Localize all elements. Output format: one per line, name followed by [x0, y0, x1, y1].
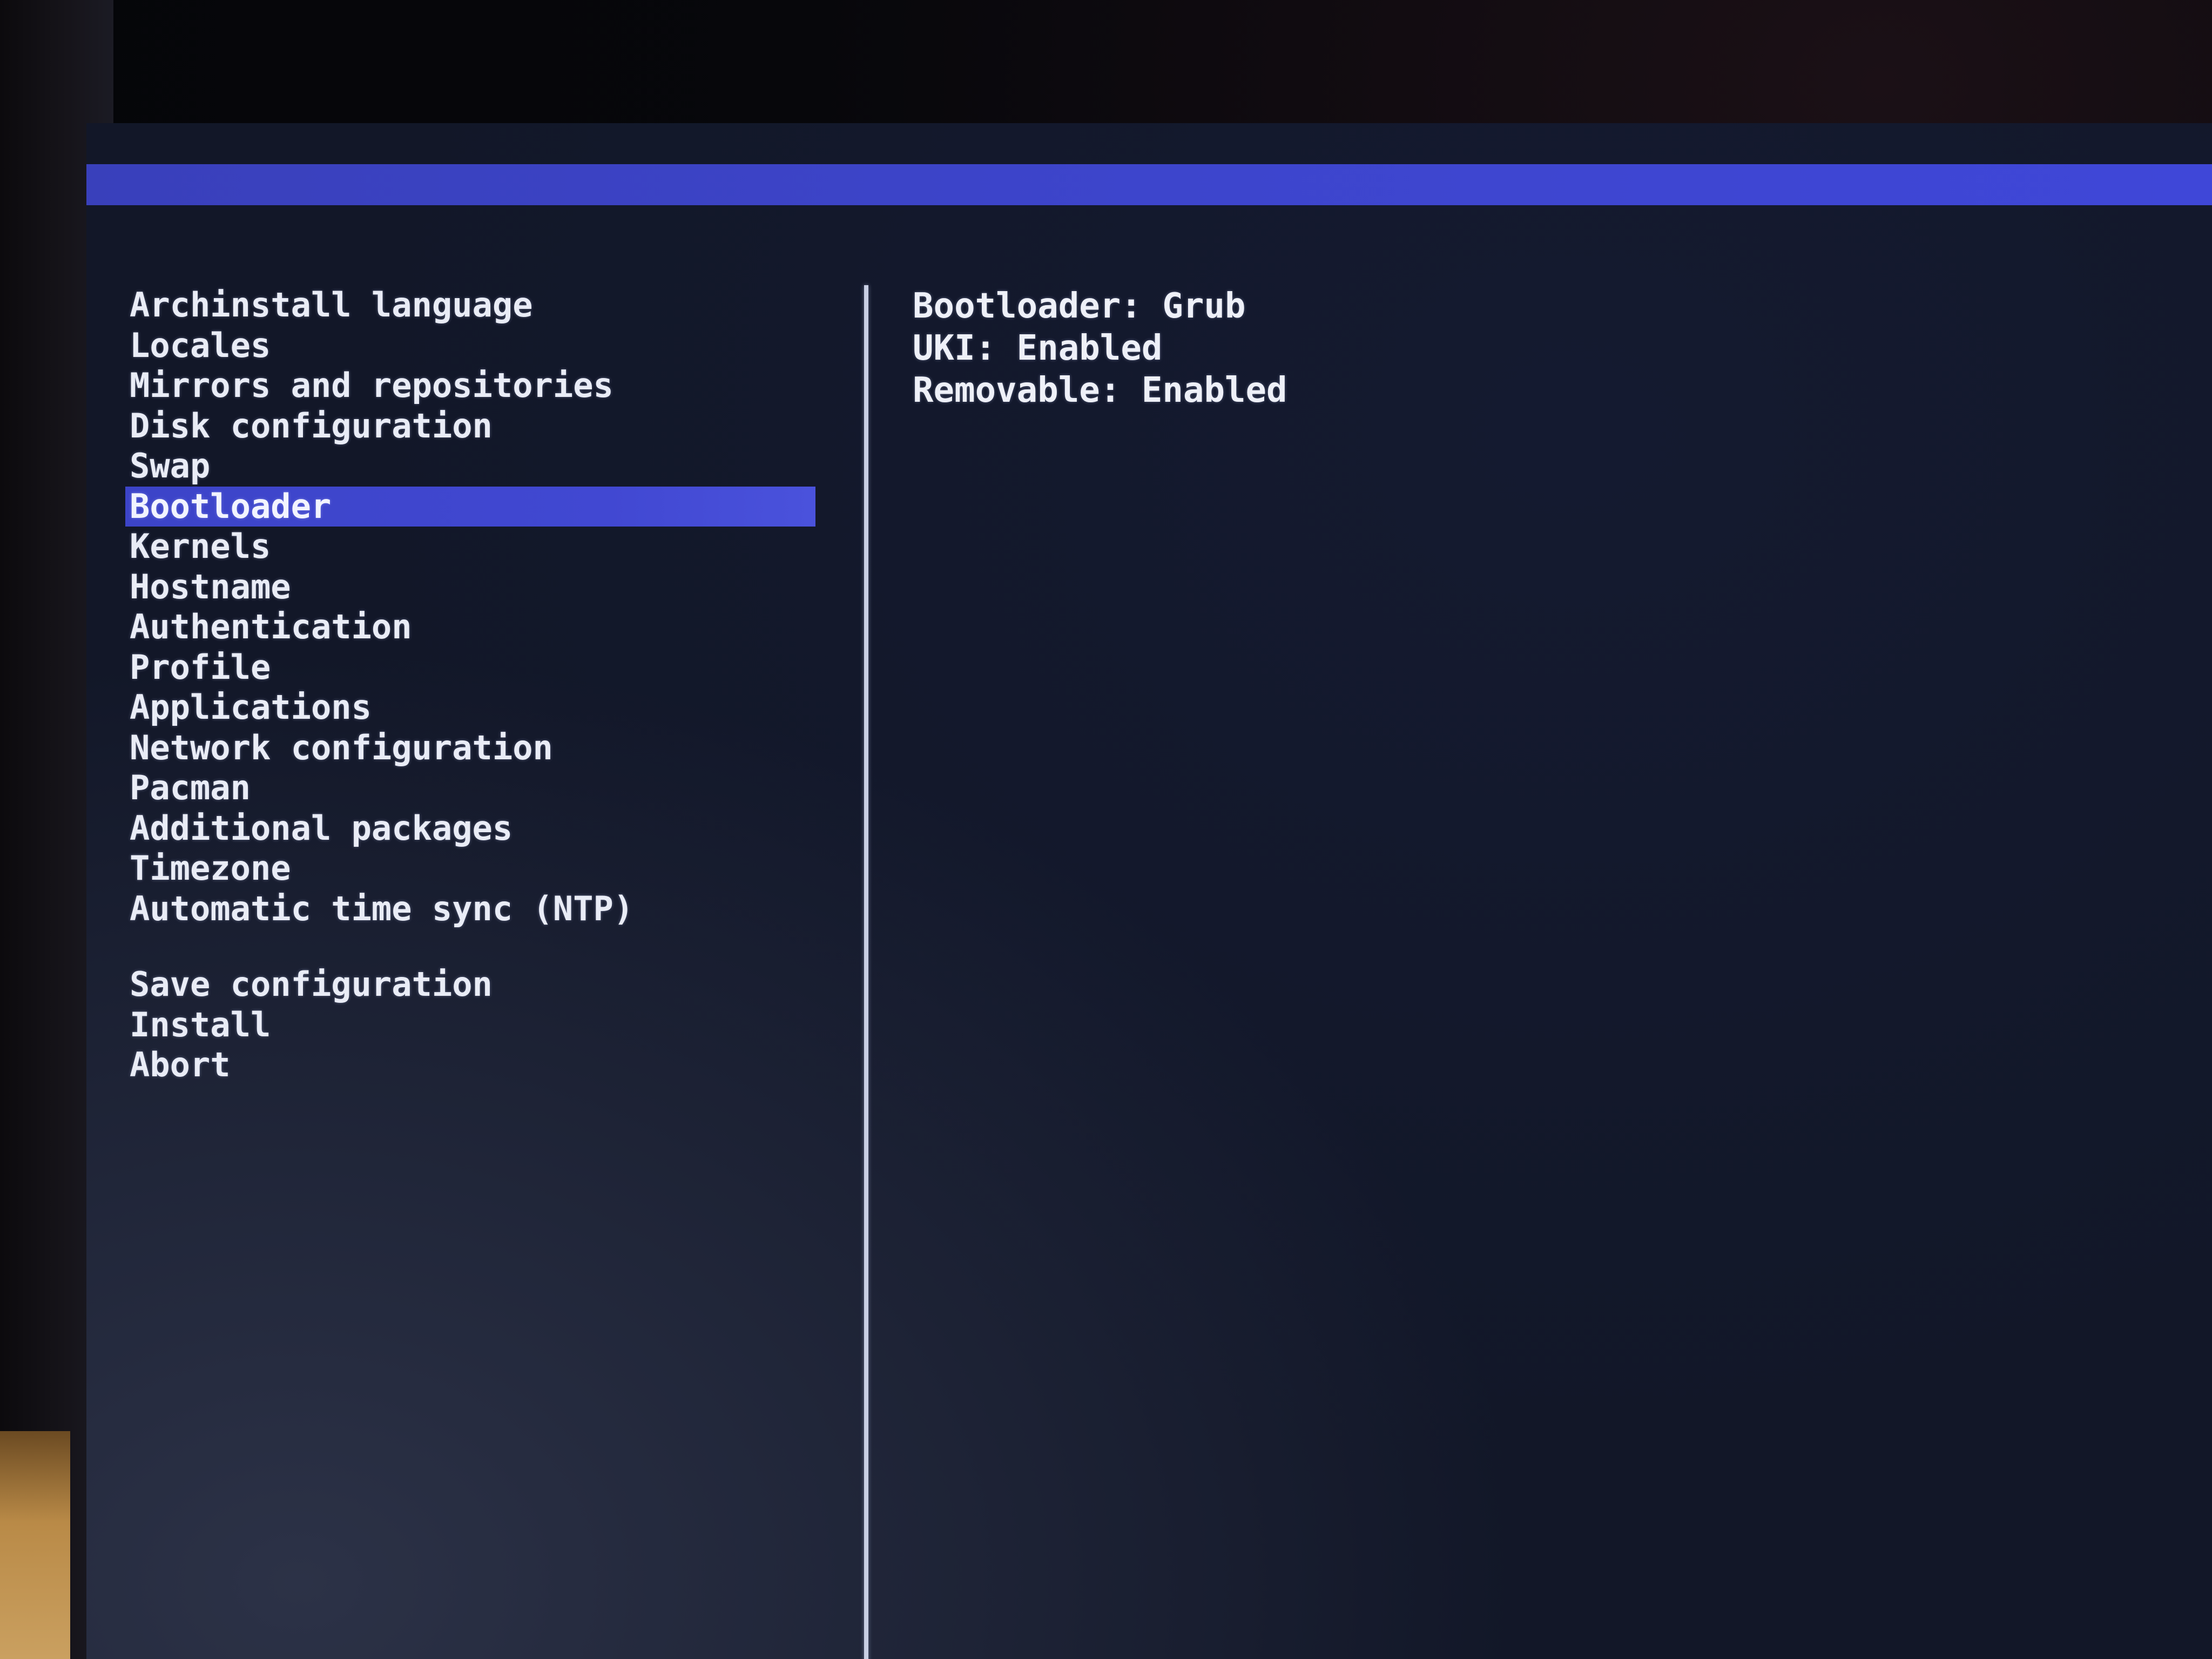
menu-item-authentication[interactable]: Authentication — [125, 607, 827, 648]
detail-bootloader: Bootloader: Grub — [913, 286, 1246, 326]
menu-item-timezone[interactable]: Timezone — [125, 848, 827, 889]
menu-item-network-configuration[interactable]: Network configuration — [125, 728, 827, 768]
menu-item-locales[interactable]: Locales — [125, 326, 827, 366]
menu-action-abort[interactable]: Abort — [125, 1045, 827, 1085]
menu-action-save-configuration[interactable]: Save configuration — [125, 965, 827, 1005]
menu-separator — [125, 929, 827, 965]
menu-item-hostname[interactable]: Hostname — [125, 567, 827, 608]
main-menu: Archinstall language Locales Mirrors and… — [125, 285, 827, 1085]
installer-screen: Archinstall language Locales Mirrors and… — [86, 123, 2212, 1659]
menu-item-mirrors-and-repositories[interactable]: Mirrors and repositories — [125, 366, 827, 406]
menu-item-kernels[interactable]: Kernels — [125, 527, 827, 567]
menu-item-swap[interactable]: Swap — [125, 446, 827, 487]
menu-item-additional-packages[interactable]: Additional packages — [125, 808, 827, 849]
title-bar — [86, 164, 2212, 205]
panel-divider — [864, 285, 868, 1659]
menu-item-pacman[interactable]: Pacman — [125, 768, 827, 808]
details-panel: Bootloader: Grub UKI: Enabled Removable:… — [913, 285, 2101, 412]
detail-uki: UKI: Enabled — [913, 328, 1163, 368]
menu-item-archinstall-language[interactable]: Archinstall language — [125, 285, 827, 326]
menu-item-disk-configuration[interactable]: Disk configuration — [125, 406, 827, 447]
menu-item-automatic-time-sync[interactable]: Automatic time sync (NTP) — [125, 889, 827, 929]
menu-action-install[interactable]: Install — [125, 1005, 827, 1046]
ambient-light — [0, 1431, 70, 1659]
menu-item-applications[interactable]: Applications — [125, 687, 827, 728]
menu-item-bootloader[interactable]: Bootloader — [125, 486, 815, 527]
menu-item-profile[interactable]: Profile — [125, 648, 827, 688]
detail-removable: Removable: Enabled — [913, 370, 1287, 410]
